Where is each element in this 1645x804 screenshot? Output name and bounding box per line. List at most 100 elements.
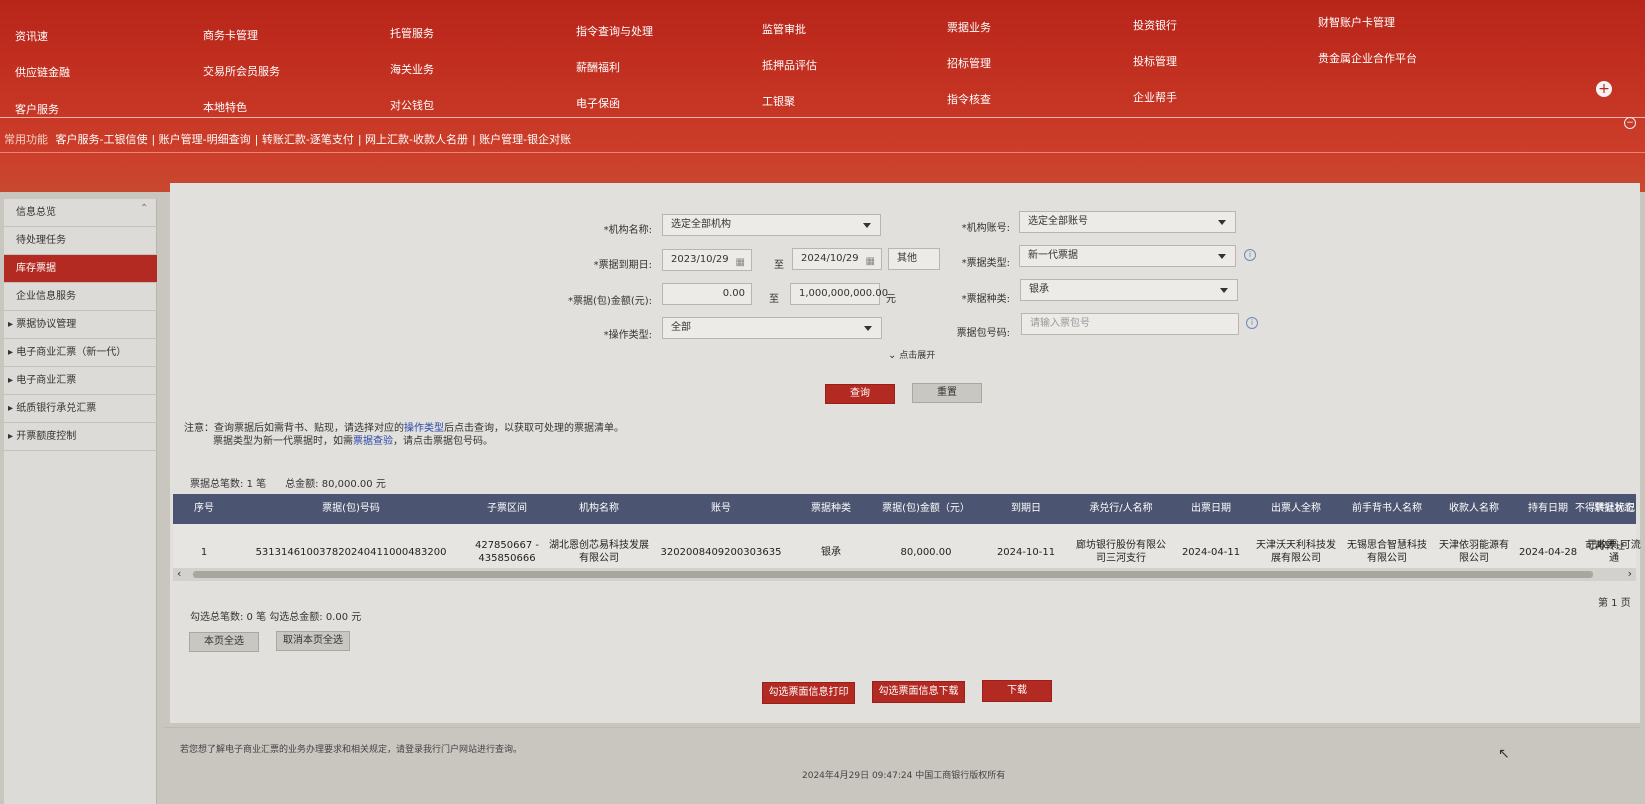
calendar-icon[interactable]: ▦: [866, 252, 875, 272]
bill-kind-select[interactable]: 银承: [1020, 279, 1238, 301]
menu-item[interactable]: 供应链金融: [15, 64, 70, 80]
menu-item[interactable]: 电子保函: [576, 95, 620, 111]
quick-link[interactable]: 账户管理-银企对账: [479, 133, 571, 146]
op-type-link[interactable]: 操作类型: [404, 423, 444, 434]
menu-item[interactable]: 指令查询与处理: [576, 23, 653, 39]
settings-circle-icon[interactable]: −: [1624, 117, 1636, 129]
note-text: 注意：查询票据后如需背书、贴现，请选择对应的: [184, 423, 404, 434]
bill-verify-link[interactable]: 票据查验: [353, 436, 393, 447]
column-header: 账号: [711, 503, 731, 514]
op-type-select[interactable]: 全部: [662, 317, 882, 339]
horizontal-scrollbar[interactable]: ‹ ›: [173, 567, 1636, 581]
sidebar-item-bill-agreement[interactable]: ▸ 票据协议管理: [4, 311, 157, 339]
menu-item[interactable]: 托管服务: [390, 25, 434, 41]
sidebar-item-e-draft[interactable]: ▸ 电子商业汇票: [4, 367, 157, 395]
package-no-input[interactable]: 请输入票包号: [1021, 313, 1239, 335]
divider: [0, 152, 1645, 153]
quick-link[interactable]: 账户管理-明细查询: [159, 133, 251, 146]
due-date-from-input[interactable]: 2023/10/29 ▦: [662, 249, 752, 271]
scroll-right-icon[interactable]: ›: [1628, 567, 1632, 580]
scroll-thumb[interactable]: [193, 571, 1593, 578]
column-header: 出票日期: [1191, 503, 1231, 514]
bill-type-select[interactable]: 新一代票据: [1019, 245, 1236, 267]
menu-item[interactable]: 财智账户卡管理: [1318, 14, 1395, 30]
count-value: 1 笔: [246, 479, 267, 490]
column-header: 出票人全称: [1271, 503, 1321, 514]
cancel-select-page-button[interactable]: 取消本页全选: [276, 631, 350, 651]
reset-button[interactable]: 重置: [912, 383, 982, 403]
menu-item[interactable]: 客户服务: [15, 101, 59, 117]
sidebar-item-enterprise-info[interactable]: 企业信息服务: [4, 283, 157, 311]
menu-item[interactable]: 商务卡管理: [203, 27, 258, 43]
to-label: 至: [774, 260, 784, 271]
menu-item[interactable]: 招标管理: [947, 55, 991, 71]
column-header: 前手背书人名称: [1352, 503, 1422, 514]
mouse-cursor-icon: ↖: [1498, 746, 1510, 762]
org-name-label: *机构名称:: [603, 225, 652, 236]
column-header: 收款人名称: [1449, 503, 1499, 514]
page-indicator: 第 1 页: [1598, 598, 1631, 609]
amount-unit: 元: [886, 294, 896, 305]
print-selected-button[interactable]: 勾选票面信息打印: [762, 682, 855, 704]
menu-item[interactable]: 海关业务: [390, 61, 434, 77]
cell-transfer-mark: 可再转让: [1585, 540, 1625, 552]
menu-item[interactable]: 抵押品评估: [762, 57, 817, 73]
divider: [0, 117, 1645, 118]
sidebar-item-e-draft-new[interactable]: ▸ 电子商业汇票（新一代）: [4, 339, 157, 367]
note-text: 票据类型为新一代票据时，如需: [213, 436, 353, 447]
menu-item[interactable]: 本地特色: [203, 99, 247, 115]
column-header: 承兑行/人名称: [1089, 503, 1153, 514]
note-line-1: 注意：查询票据后如需背书、贴现，请选择对应的操作类型后点击查询，以获取可处理的票…: [184, 422, 624, 435]
quick-function-bar: 常用功能 客户服务-工银信使 | 账户管理-明细查询 | 转账汇款-逐笔支付 | 网上…: [4, 133, 572, 146]
menu-item[interactable]: 企业帮手: [1133, 89, 1177, 105]
add-menu-icon[interactable]: +: [1596, 81, 1612, 97]
menu-item[interactable]: 指令核查: [947, 91, 991, 107]
scroll-left-icon[interactable]: ‹: [177, 567, 181, 580]
org-name-select[interactable]: 选定全部机构: [662, 214, 881, 236]
bill-kind-label: *票据种类:: [961, 294, 1010, 305]
menu-item[interactable]: 薪酬福利: [576, 59, 620, 75]
download-button[interactable]: 下载: [982, 680, 1052, 702]
footer-note: 若您想了解电子商业汇票的业务办理要求和相关规定，请登录我行门户网站进行查询。: [180, 745, 523, 755]
op-type-label: *操作类型:: [603, 330, 652, 341]
column-header: 序号: [194, 503, 214, 514]
collapse-caret-icon[interactable]: ⌃: [140, 203, 148, 214]
quick-link[interactable]: 网上汇款-收款人名册: [365, 133, 468, 146]
chevron-down-icon: ⌄: [888, 350, 897, 361]
quick-bar-label: 常用功能: [4, 133, 48, 146]
quick-link[interactable]: 客户服务-工银信使: [56, 133, 148, 146]
account-select[interactable]: 选定全部账号: [1019, 211, 1236, 233]
sidebar-item-pending-tasks[interactable]: 待处理任务: [4, 227, 157, 255]
expand-label: 点击展开: [899, 351, 936, 361]
due-date-to-input[interactable]: 2024/10/29 ▦: [792, 248, 882, 270]
sidebar-item-paper-draft[interactable]: ▸ 纸质银行承兑汇票: [4, 395, 157, 423]
count-label: 票据总笔数:: [190, 479, 244, 490]
download-selected-info-button[interactable]: 勾选票面信息下载: [872, 681, 965, 703]
menu-item[interactable]: 工银聚: [762, 93, 795, 109]
menu-item[interactable]: 投资银行: [1133, 17, 1177, 33]
menu-item[interactable]: 票据业务: [947, 19, 991, 35]
sidebar-item-inventory-bills[interactable]: 库存票据: [4, 255, 157, 283]
sidebar-item-quota-control[interactable]: ▸ 开票额度控制: [4, 423, 157, 451]
menu-item[interactable]: 对公钱包: [390, 97, 434, 113]
calendar-icon[interactable]: ▦: [736, 253, 745, 273]
column-header: 子票区间: [487, 503, 527, 514]
amount-to-input[interactable]: 1,000,000,000.00: [790, 283, 888, 305]
info-icon[interactable]: i: [1246, 317, 1258, 329]
amount-total-label: 总金额:: [285, 479, 319, 490]
expand-link[interactable]: ⌄ 点击展开: [888, 348, 935, 361]
select-page-button[interactable]: 本页全选: [189, 632, 259, 652]
menu-item[interactable]: 贵金属企业合作平台: [1318, 50, 1417, 66]
info-icon[interactable]: i: [1244, 249, 1256, 261]
sidebar-item-overview[interactable]: 信息总览: [4, 199, 157, 227]
amount-total-value: 80,000.00 元: [321, 479, 386, 490]
menu-item[interactable]: 监管审批: [762, 21, 806, 37]
menu-item[interactable]: 交易所会员服务: [203, 63, 280, 79]
query-button[interactable]: 查询: [825, 384, 895, 404]
menu-item[interactable]: 资讯速: [15, 28, 48, 44]
amount-from-input[interactable]: 0.00: [662, 283, 752, 305]
menu-item[interactable]: 投标管理: [1133, 53, 1177, 69]
note-text: ，请点击票据包号码。: [393, 436, 493, 447]
column-header: 票据(包)金额（元）: [882, 503, 970, 514]
quick-link[interactable]: 转账汇款-逐笔支付: [262, 133, 354, 146]
